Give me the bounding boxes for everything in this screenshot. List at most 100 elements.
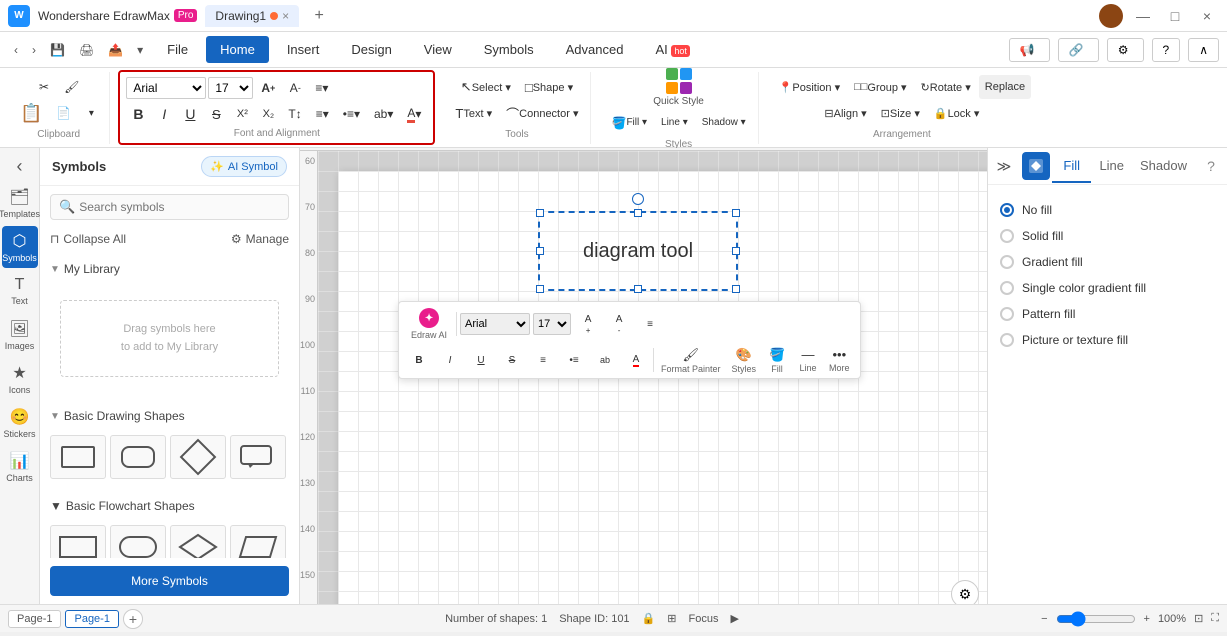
italic-button[interactable]: I: [152, 102, 176, 126]
zoom-in-icon[interactable]: +: [1144, 613, 1150, 625]
close-tab-icon[interactable]: ×: [282, 9, 289, 23]
handle-top-mid[interactable]: [634, 209, 642, 217]
menu-symbols[interactable]: Symbols: [470, 36, 548, 63]
search-input[interactable]: [79, 200, 280, 214]
right-panel-icon-area[interactable]: [1020, 148, 1052, 184]
shape-diamond[interactable]: [170, 435, 226, 479]
handle-bot-right[interactable]: [732, 285, 740, 293]
bold-button[interactable]: B: [126, 102, 150, 126]
canvas-workspace[interactable]: diagram tool ✦ Edraw AI: [318, 151, 987, 604]
rotate-handle[interactable]: [632, 193, 644, 205]
pattern-fill-option[interactable]: Pattern fill: [1000, 301, 1215, 327]
shadow-tab[interactable]: Shadow: [1132, 150, 1195, 183]
minimize-button[interactable]: —: [1131, 4, 1155, 28]
gradient-fill-option[interactable]: Gradient fill: [1000, 249, 1215, 275]
user-avatar[interactable]: [1099, 4, 1123, 28]
paste-options-button[interactable]: ▾: [79, 101, 103, 125]
picture-fill-radio[interactable]: [1000, 333, 1014, 347]
gradient-fill-radio[interactable]: [1000, 255, 1014, 269]
flowchart-diamond[interactable]: [170, 525, 226, 558]
float-font-color-button[interactable]: A: [622, 346, 650, 374]
solid-fill-option[interactable]: Solid fill: [1000, 223, 1215, 249]
subscript-button[interactable]: X₂: [256, 102, 280, 126]
format-painter-float-button[interactable]: 🖌 Format Painter: [657, 346, 725, 374]
right-panel-expand-button[interactable]: ≫: [988, 148, 1020, 184]
flowchart-rounded[interactable]: [110, 525, 166, 558]
format-painter-toolbar-button[interactable]: 🖌: [58, 75, 85, 99]
paste-button[interactable]: 📋: [14, 101, 48, 125]
forward-button[interactable]: ›: [26, 39, 42, 61]
sidebar-charts-button[interactable]: 📊 Charts: [2, 446, 38, 488]
close-window-button[interactable]: ×: [1195, 4, 1219, 28]
sidebar-icons-button[interactable]: ★ Icons: [2, 358, 38, 400]
pattern-fill-radio[interactable]: [1000, 307, 1014, 321]
help-button[interactable]: ?: [1152, 38, 1181, 62]
handle-bot-left[interactable]: [536, 285, 544, 293]
right-panel-help-button[interactable]: ?: [1195, 148, 1227, 184]
handle-mid-right[interactable]: [732, 247, 740, 255]
font-color-button[interactable]: A▾: [401, 102, 427, 126]
no-fill-radio[interactable]: [1000, 203, 1014, 217]
page-tab-1[interactable]: Page-1: [65, 610, 118, 628]
sidebar-stickers-button[interactable]: 😊 Stickers: [2, 402, 38, 444]
float-numbered-list-button[interactable]: ≡: [529, 346, 557, 374]
sidebar-text-button[interactable]: T Text: [2, 270, 38, 312]
size-button[interactable]: ⊡ Size ▾: [875, 101, 926, 125]
single-gradient-radio[interactable]: [1000, 281, 1014, 295]
menu-ai[interactable]: AI hot: [641, 36, 703, 63]
float-strikethrough-button[interactable]: S: [498, 346, 526, 374]
underline-button[interactable]: U: [178, 102, 202, 126]
text-button[interactable]: T Text ▾: [449, 101, 498, 125]
styles-float-button[interactable]: 🎨 Styles: [728, 346, 761, 374]
handle-top-right[interactable]: [732, 209, 740, 217]
menu-file[interactable]: File: [153, 36, 202, 63]
float-font-select[interactable]: Arial: [460, 313, 530, 335]
menu-view[interactable]: View: [410, 36, 466, 63]
quick-style-button[interactable]: Quick Style: [647, 66, 710, 109]
no-fill-option[interactable]: No fill: [1000, 197, 1215, 223]
collapse-all-button[interactable]: ⊓ Collapse All: [50, 232, 126, 246]
back-button[interactable]: ‹: [8, 39, 24, 61]
fullscreen-icon[interactable]: ⛶: [1211, 612, 1219, 625]
shape-rectangle[interactable]: [50, 435, 106, 479]
shape-rounded-rect[interactable]: [110, 435, 166, 479]
more-symbols-button[interactable]: More Symbols: [50, 566, 289, 596]
menu-design[interactable]: Design: [337, 36, 405, 63]
canvas-paper[interactable]: diagram tool ✦ Edraw AI: [338, 171, 987, 604]
list-type-button[interactable]: •≡▾: [337, 102, 366, 126]
float-align-button[interactable]: ≡: [636, 310, 664, 338]
lock-button[interactable]: 🔒 Lock ▾: [928, 101, 986, 125]
fill-tab[interactable]: Fill: [1052, 150, 1091, 183]
connector-button[interactable]: ⌒ Connector ▾: [500, 101, 584, 125]
handle-top-left[interactable]: [536, 209, 544, 217]
text-direction-button[interactable]: T↕: [282, 102, 307, 126]
font-size-select[interactable]: 17: [208, 77, 253, 99]
increase-font-button[interactable]: A+: [255, 76, 281, 100]
solid-fill-radio[interactable]: [1000, 229, 1014, 243]
float-underline-button[interactable]: U: [467, 346, 495, 374]
align-button[interactable]: ⊟ Align ▾: [818, 101, 872, 125]
edraw-ai-button[interactable]: ✦ Edraw AI: [405, 306, 453, 342]
float-size-select[interactable]: 17: [533, 313, 571, 335]
fit-page-icon[interactable]: ⊡: [1194, 612, 1203, 625]
my-library-header[interactable]: ▼ My Library: [50, 258, 289, 280]
float-italic-button[interactable]: I: [436, 346, 464, 374]
line-tab[interactable]: Line: [1091, 150, 1132, 183]
float-text-wrap-button[interactable]: ab: [591, 346, 619, 374]
replace-button[interactable]: Replace: [979, 75, 1031, 99]
publish-button[interactable]: 📢: [1009, 38, 1050, 62]
options-button[interactable]: ⚙: [1107, 38, 1144, 62]
selected-text-box[interactable]: diagram tool: [538, 211, 738, 291]
save-button[interactable]: 💾: [44, 39, 71, 61]
picture-fill-option[interactable]: Picture or texture fill: [1000, 327, 1215, 353]
document-tab[interactable]: Drawing1 ×: [205, 5, 299, 27]
zoom-slider[interactable]: [1056, 611, 1136, 627]
basic-drawing-header[interactable]: ▼ Basic Drawing Shapes: [50, 405, 289, 427]
superscript-button[interactable]: X²: [230, 102, 254, 126]
shadow-button[interactable]: Shadow ▾: [696, 111, 752, 135]
rotate-button[interactable]: ↻ Rotate ▾: [915, 75, 977, 99]
list-button[interactable]: ≡▾: [310, 102, 335, 126]
float-increase-font-button[interactable]: A+: [574, 310, 602, 338]
page-dropdown[interactable]: Page-1: [8, 610, 61, 628]
sidebar-collapse-button[interactable]: ‹: [2, 152, 38, 180]
